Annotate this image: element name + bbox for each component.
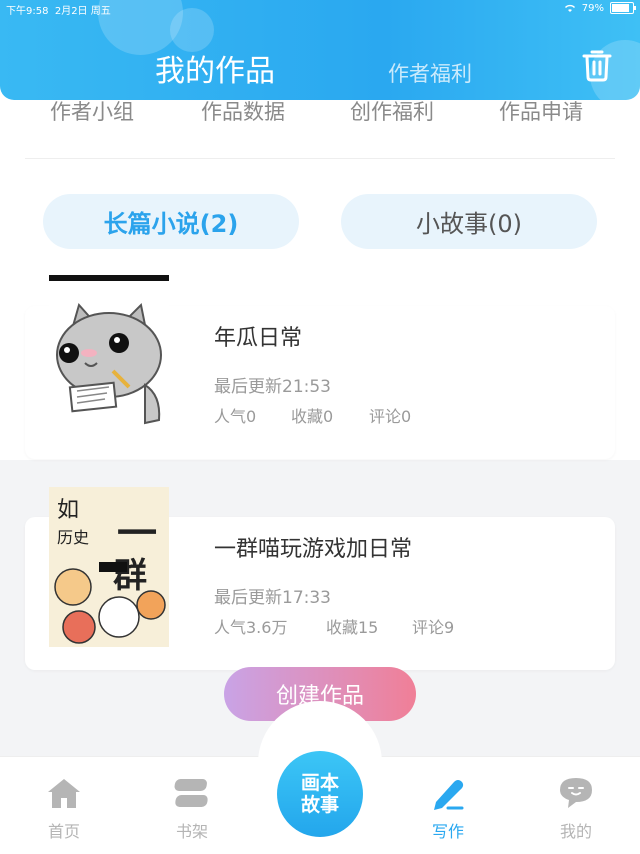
work-title[interactable]: 年瓜日常: [214, 320, 302, 352]
status-date: 2月2日 周五: [54, 6, 111, 17]
work-cover-cat-writing[interactable]: [49, 275, 169, 435]
cat-illustration: [56, 302, 162, 425]
sub-nav-work-data[interactable]: 作品数据: [201, 96, 285, 126]
tab-bookshelf-label: 书架: [175, 822, 208, 841]
sub-nav-creation-benefits[interactable]: 创作福利: [350, 96, 434, 126]
tab-author-benefits[interactable]: 作者福利: [388, 58, 472, 88]
sub-nav-author-group[interactable]: 作者小组: [50, 96, 134, 126]
trash-icon[interactable]: [582, 48, 612, 82]
work-title[interactable]: 一群喵玩游戏加日常: [214, 531, 412, 563]
work-comments: 评论0: [369, 407, 412, 426]
category-short-story[interactable]: 小故事(0): [341, 194, 597, 249]
tab-write[interactable]: 写作: [413, 776, 483, 842]
tab-mine[interactable]: 我的: [541, 776, 611, 842]
tab-write-label: 写作: [431, 822, 464, 841]
svg-text:如: 如: [57, 498, 79, 523]
tab-home[interactable]: 首页: [29, 776, 99, 842]
tab-home-label: 首页: [47, 822, 80, 841]
divider: [25, 158, 615, 159]
svg-text:一: 一: [117, 511, 157, 557]
work-updated: 最后更新21:53: [214, 377, 331, 397]
center-button-line1: 画本: [300, 772, 339, 794]
battery-percent: 79%: [581, 2, 604, 14]
status-time-date: 下午9:58 2月2日 周五: [6, 2, 111, 17]
top-header: 下午9:58 2月2日 周五 79% 我的作品 作者福利: [0, 0, 640, 100]
chat-face-icon: [560, 778, 592, 808]
sub-nav-work-apply[interactable]: 作品申请: [499, 96, 583, 126]
work-comments: 评论9: [412, 618, 455, 637]
bookshelf-icon: [174, 779, 208, 807]
status-time: 下午9:58: [6, 6, 49, 17]
tab-mine-label: 我的: [559, 822, 592, 841]
category-long-novel[interactable]: 长篇小说(2): [43, 194, 299, 249]
pencil-icon: [434, 780, 464, 810]
home-icon: [48, 779, 80, 808]
work-popularity: 人气0: [214, 407, 257, 426]
work-favorites: 收藏0: [291, 407, 334, 426]
status-right: 79%: [564, 2, 636, 14]
work-favorites: 收藏15: [326, 618, 379, 637]
status-bar: 下午9:58 2月2日 周五 79%: [6, 2, 636, 18]
center-story-button[interactable]: 画本 故事: [277, 751, 363, 837]
svg-text:历史: 历史: [57, 528, 89, 547]
work-updated: 最后更新17:33: [214, 588, 331, 608]
work-popularity: 人气3.6万: [214, 618, 288, 637]
work-cover-cats-group[interactable]: 一 群 如 历史: [49, 487, 169, 647]
tab-my-works[interactable]: 我的作品: [155, 46, 275, 90]
center-button-line2: 故事: [300, 794, 339, 816]
wifi-icon: [564, 4, 575, 12]
tab-bookshelf[interactable]: 书架: [157, 776, 227, 842]
cats-group-illustration: 一 群 如 历史: [49, 487, 169, 647]
battery-icon: [610, 2, 636, 14]
